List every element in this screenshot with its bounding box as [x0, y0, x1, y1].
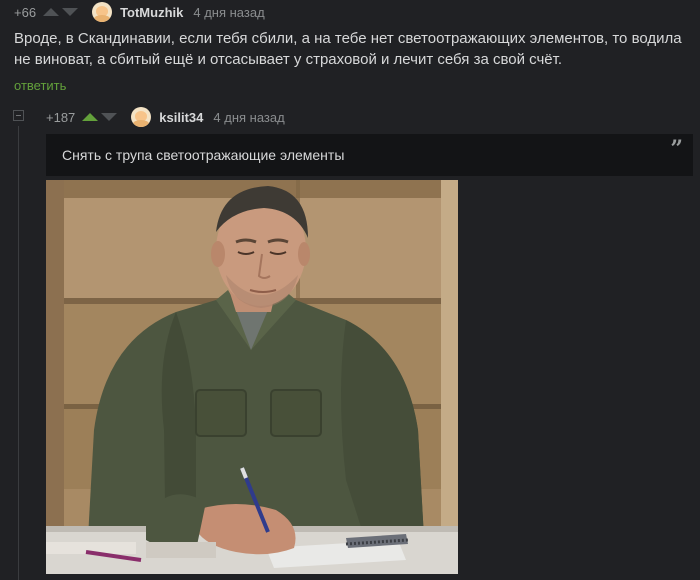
reply-link[interactable]: ответить — [14, 78, 66, 93]
vote-up-icon[interactable] — [43, 8, 60, 16]
reply-header: +187 ksilit34 4 дня назад — [46, 106, 285, 128]
avatar[interactable] — [131, 107, 152, 127]
comment-text: Вроде, в Скандинавии, если тебя сбили, а… — [14, 30, 682, 68]
comment-rating: +66 — [14, 4, 37, 20]
comment-header: +66 TotMuzhik 4 дня назад — [14, 2, 265, 22]
vote-up-icon[interactable] — [82, 113, 99, 121]
quote-icon: ” — [670, 136, 683, 162]
vote-down-icon[interactable] — [62, 8, 79, 16]
reply-author[interactable]: ksilit34 — [159, 110, 203, 125]
reply-rating: +187 — [46, 109, 76, 125]
quote-text: Снять с трупа светоотражающие элементы — [62, 147, 345, 163]
quote-block: Снять с трупа светоотражающие элементы ” — [46, 134, 693, 176]
comment-author[interactable]: TotMuzhik — [120, 5, 183, 20]
reply-image[interactable] — [46, 180, 458, 574]
thread-branch-line[interactable] — [18, 126, 19, 580]
comment-time[interactable]: 4 дня назад — [193, 5, 264, 20]
avatar[interactable] — [92, 2, 113, 22]
vote-down-icon[interactable] — [101, 113, 118, 121]
man-writing-illustration — [46, 180, 458, 574]
collapse-thread-button[interactable] — [13, 110, 24, 121]
reply-time[interactable]: 4 дня назад — [213, 110, 284, 125]
comments-page: +66 TotMuzhik 4 дня назад Вроде, в Сканд… — [0, 0, 700, 580]
